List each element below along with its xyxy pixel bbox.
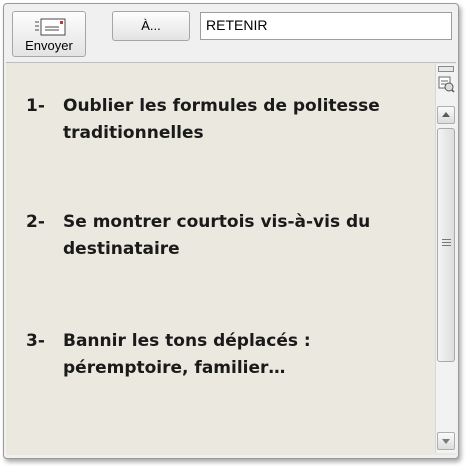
item-number: 1-: [26, 96, 45, 116]
send-envelope-icon: [35, 18, 66, 36]
subject-field[interactable]: RETENIR: [200, 12, 452, 40]
item-text: Bannir les tons déplacés : péremptoire, …: [63, 331, 311, 378]
to-button[interactable]: À...: [112, 11, 190, 41]
item-text: Se montrer courtois vis-à-vis du destina…: [63, 212, 371, 259]
send-button[interactable]: Envoyer: [12, 11, 86, 57]
item-number: 2-: [26, 212, 45, 232]
up-arrow-icon: [442, 112, 450, 117]
scroll-up-button[interactable]: [437, 106, 455, 124]
item-number: 3-: [26, 331, 45, 351]
split-handle-icon[interactable]: [438, 66, 454, 72]
grip-icon: [442, 239, 451, 248]
item-text: Oublier les formules de politesse tradit…: [63, 96, 380, 143]
zoom-icon[interactable]: [438, 76, 455, 93]
vertical-scrollbar[interactable]: [435, 64, 456, 453]
message-toolbar: Envoyer À... RETENIR: [4, 4, 458, 60]
send-button-label: Envoyer: [25, 38, 73, 53]
scroll-thumb[interactable]: [437, 128, 455, 362]
down-arrow-icon: [442, 439, 450, 444]
message-window: Envoyer À... RETENIR 1- Oublier les form…: [3, 3, 459, 459]
message-body[interactable]: 1- Oublier les formules de politesse tra…: [6, 62, 456, 455]
scroll-down-button[interactable]: [437, 432, 455, 450]
